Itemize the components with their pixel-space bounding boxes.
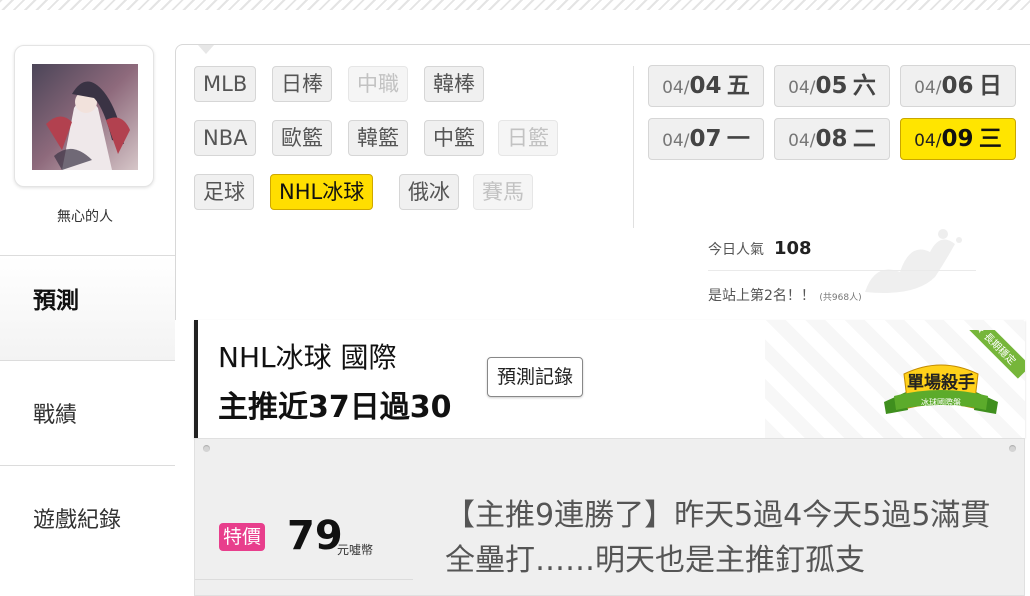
date-weekday: 日 — [978, 73, 1002, 99]
league-chip-cpbl: 中職 — [348, 66, 408, 102]
league-chip-euro-basketball[interactable]: 歐籃 — [272, 120, 332, 156]
side-menu: 預測 戰績 遊戲紀錄 — [0, 255, 175, 570]
date-chip[interactable]: 04/05 六 — [774, 65, 890, 107]
sidebar-item-label: 預測 — [33, 288, 79, 314]
league-chip-bleague: 日籃 — [498, 120, 558, 156]
popularity-divider — [708, 270, 976, 271]
date-chip[interactable]: 04/06 日 — [900, 65, 1016, 107]
league-chip-cba[interactable]: 中籃 — [424, 120, 484, 156]
killer-badge-icon: ★ 長期穩定 單場殺手 冰球國際盤 — [884, 330, 1025, 414]
date-chip[interactable]: 04/07 一 — [648, 118, 764, 160]
badge-subtitle: 冰球國際盤 — [921, 397, 961, 407]
username: 無心的人 — [57, 209, 113, 225]
avatar-card[interactable] — [14, 45, 154, 187]
league-chip-kbo[interactable]: 韓棒 — [424, 66, 484, 102]
date-chip-selected[interactable]: 04/09 三 — [900, 118, 1016, 160]
league-chip-mlb[interactable]: MLB — [194, 66, 257, 102]
pin-icon — [203, 445, 210, 452]
date-month: 04/ — [788, 78, 816, 98]
rank-text: 是站上第2名！！ — [708, 288, 815, 304]
sidebar-item-predictions[interactable]: 預測 — [0, 255, 175, 360]
league-chip-horse-racing: 賽馬 — [473, 174, 533, 210]
date-chip[interactable]: 04/08 二 — [774, 118, 890, 160]
sidebar-item-label: 遊戲紀錄 — [33, 508, 122, 533]
date-month: 04/ — [914, 78, 942, 98]
date-month: 04/ — [662, 78, 690, 98]
streak-subtitle: 主推近37日過30 — [218, 390, 452, 425]
sidebar-item-label: 戰績 — [33, 403, 78, 428]
date-weekday: 五 — [726, 73, 750, 99]
date-month: 04/ — [914, 131, 942, 151]
price-divider — [195, 579, 413, 580]
top-border-strip — [0, 0, 1030, 10]
avatar — [32, 64, 138, 170]
date-month: 04/ — [788, 131, 816, 151]
date-weekday: 六 — [852, 73, 876, 99]
date-day: 08 — [815, 126, 848, 152]
prediction-record-button[interactable]: 預測記錄 — [487, 357, 584, 397]
price-unit: 元噓幣 — [337, 543, 374, 557]
rank-note: (共968人) — [819, 293, 862, 303]
special-price-badge: 特價 — [219, 523, 266, 551]
decoration-icon — [865, 229, 962, 293]
date-day: 09 — [941, 126, 974, 152]
panel-divider — [633, 66, 634, 228]
league-chip-nhl[interactable]: NHL冰球 — [270, 174, 374, 210]
badge-title: 單場殺手 — [907, 372, 975, 393]
panel-notch — [198, 45, 214, 54]
date-weekday: 二 — [852, 126, 876, 152]
popularity-label: 今日人氣 — [708, 242, 764, 258]
sidebar-item-record[interactable]: 戰績 — [0, 360, 175, 465]
date-weekday: 三 — [978, 126, 1002, 152]
category-title: NHL冰球 國際 — [218, 341, 397, 374]
prediction-product-card[interactable]: 特價 79 元噓幣 【主推9連勝了】昨天5過4今天5過5滿貫全壘打……明天也是主… — [194, 438, 1025, 596]
prediction-header-card: NHL冰球 國際 主推近37日過30 預測記錄 ★ 長期穩定 單場殺手 冰球國際… — [194, 320, 1025, 438]
date-day: 06 — [941, 73, 974, 99]
date-day: 05 — [815, 73, 848, 99]
price-value: 79 — [287, 513, 343, 559]
date-day: 04 — [689, 73, 722, 99]
league-chip-kbl[interactable]: 韓籃 — [348, 120, 408, 156]
league-chip-khl[interactable]: 俄冰 — [399, 174, 459, 210]
league-chip-nba[interactable]: NBA — [194, 120, 257, 156]
date-month: 04/ — [662, 131, 690, 151]
date-weekday: 一 — [726, 126, 750, 152]
date-day: 07 — [689, 126, 722, 152]
pin-icon — [1009, 445, 1016, 452]
date-chip[interactable]: 04/04 五 — [648, 65, 764, 107]
prediction-description[interactable]: 【主推9連勝了】昨天5過4今天5過5滿貫全壘打……明天也是主推釘孤支 — [445, 493, 1005, 583]
rank-line: 是站上第2名！！ (共968人) — [708, 285, 862, 305]
popularity-line: 今日人氣 108 — [708, 238, 812, 259]
popularity-value: 108 — [774, 238, 812, 259]
sidebar-item-game-log[interactable]: 遊戲紀錄 — [0, 465, 175, 570]
sidebar: 無心的人 預測 戰績 遊戲紀錄 — [0, 10, 175, 596]
league-chip-npb[interactable]: 日棒 — [272, 66, 332, 102]
league-chip-soccer[interactable]: 足球 — [194, 174, 254, 210]
